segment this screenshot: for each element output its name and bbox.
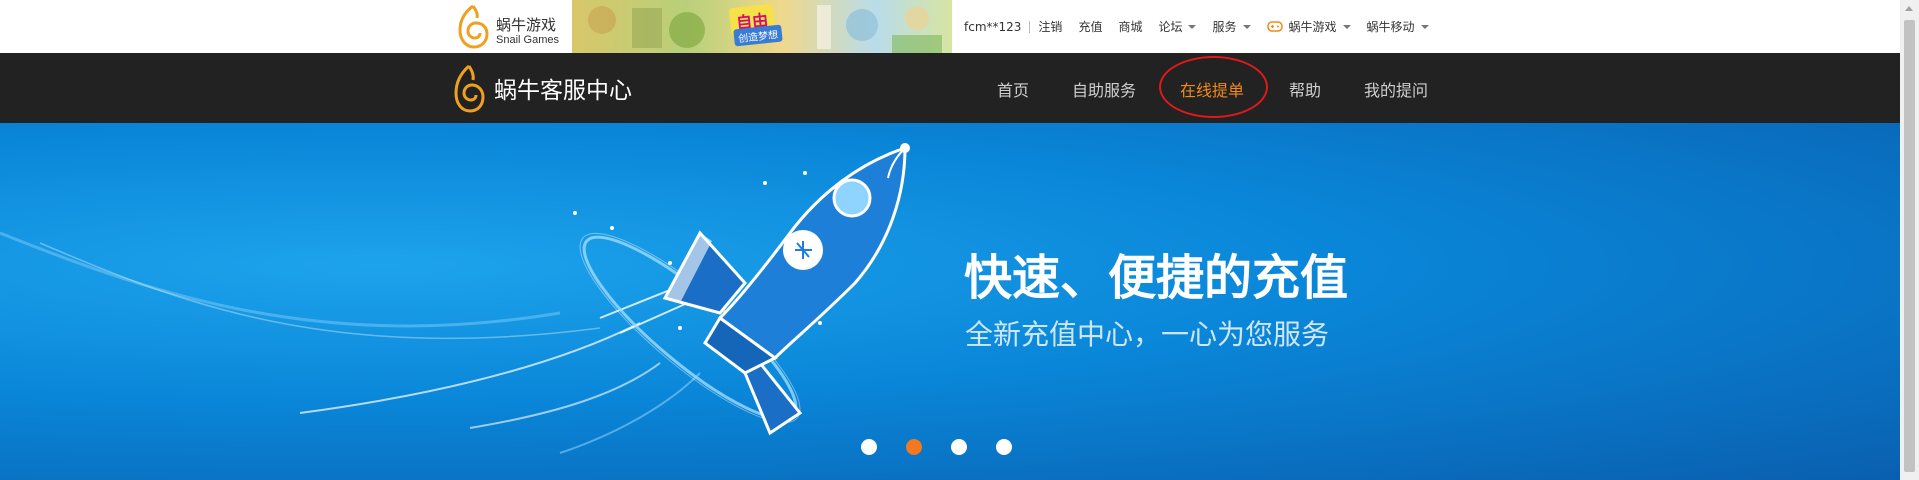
carousel-dots [861,439,1041,455]
snail-games-brand[interactable]: 蜗牛游戏 Snail Games [452,2,560,50]
carousel-dot-4[interactable] [996,439,1012,455]
chevron-down-icon [1342,24,1351,29]
nav-item-home[interactable]: 首页 [997,77,1029,101]
scrollbar-thumb[interactable] [1904,20,1915,472]
vertical-scrollbar[interactable] [1900,0,1919,480]
brand-name-cn: 蜗牛游戏 [496,16,557,34]
service-label: 服务 [1212,20,1237,34]
snail-logo-icon [454,64,485,113]
hero-banner: 快速、便捷的充值 全新充值中心，一心为您服务 [0,123,1900,480]
nav-item-self-service[interactable]: 自助服务 [1072,77,1136,101]
scroll-up-arrow-icon[interactable] [1905,6,1913,11]
chevron-down-icon [1188,24,1197,29]
top-bar-inner: 蜗牛游戏 Snail Games 自由 创造梦想 fcm**123 注销 充值 … [452,0,1452,53]
service-dropdown[interactable]: 服务 [1204,18,1258,35]
carousel-dot-3[interactable] [951,439,967,455]
rocket-illustration [0,143,910,454]
logout-link[interactable]: 注销 [1030,18,1070,35]
game-ad-banner[interactable]: 自由 创造梦想 [572,0,952,53]
snail-mobile-label: 蜗牛移动 [1366,20,1415,34]
hero-subtitle: 全新充值中心，一心为您服务 [965,318,1330,351]
chevron-down-icon [1242,24,1251,29]
nav-item-my-questions[interactable]: 我的提问 [1364,77,1428,101]
chevron-down-icon [1420,24,1429,29]
forum-label: 论坛 [1158,20,1183,34]
hero-title: 快速、便捷的充值 [964,250,1349,306]
gamepad-icon [1266,21,1283,32]
user-name-link[interactable]: fcm**123 [956,20,1029,34]
recharge-link[interactable]: 充值 [1070,18,1110,35]
snail-games-dropdown[interactable]: 蜗牛游戏 [1259,18,1359,35]
brand-name-en: Snail Games [496,34,559,46]
forum-dropdown[interactable]: 论坛 [1150,18,1204,35]
nav-item-help[interactable]: 帮助 [1289,77,1321,101]
service-center-logo[interactable]: 蜗牛客服中心 [452,59,632,117]
top-bar: 蜗牛游戏 Snail Games 自由 创造梦想 fcm**123 注销 充值 … [0,0,1919,53]
top-nav: fcm**123 注销 充值 商城 论坛 服务 蜗牛游戏 蜗牛移动 [956,0,1437,53]
snail-mobile-dropdown[interactable]: 蜗牛移动 [1359,18,1437,35]
carousel-dot-1[interactable] [861,439,877,455]
snail-logo-icon [458,4,489,49]
service-center-title: 蜗牛客服中心 [494,78,632,104]
store-link[interactable]: 商城 [1110,18,1150,35]
carousel-dot-2[interactable] [906,439,922,455]
red-highlight-circle [1159,56,1268,118]
main-nav: 蜗牛客服中心 首页 自助服务 在线提单 帮助 我的提问 [0,53,1900,123]
snail-games-label: 蜗牛游戏 [1288,20,1337,34]
